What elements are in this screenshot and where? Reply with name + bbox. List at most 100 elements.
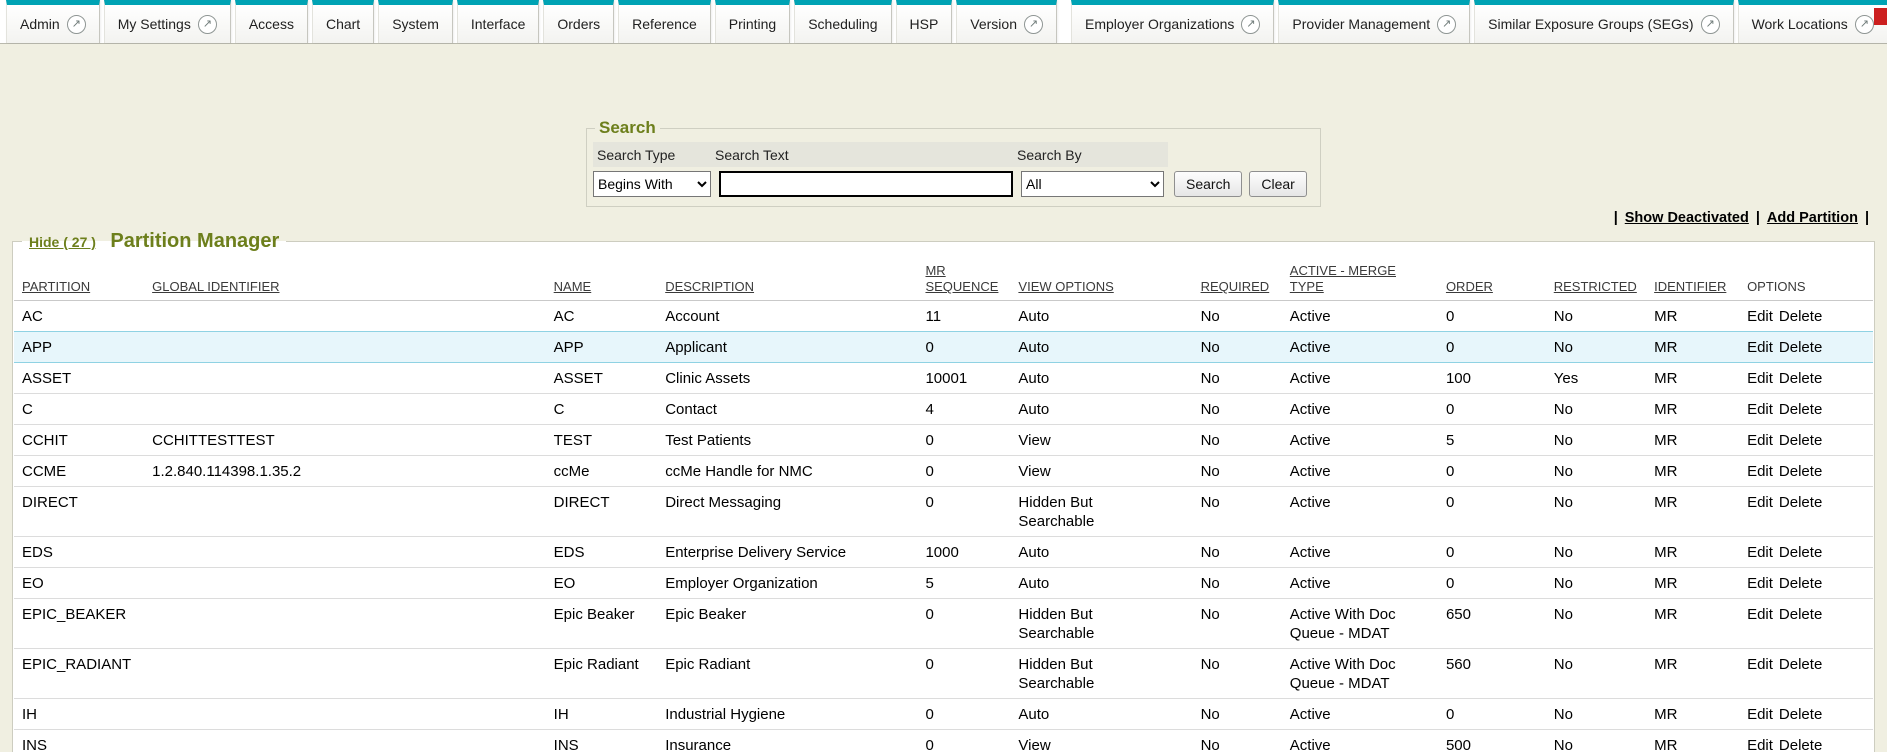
search-panel: Search Search Type Search Text Search By… [586, 118, 1321, 207]
hide-link[interactable]: Hide ( 27 ) [29, 234, 96, 250]
delete-link[interactable]: Delete [1779, 544, 1822, 561]
col-header-name[interactable]: NAME [546, 255, 658, 301]
cell-restricted: No [1546, 487, 1646, 537]
tab-access[interactable]: Access [235, 0, 308, 43]
search-type-select[interactable]: Begins With [593, 171, 711, 197]
delete-link[interactable]: Delete [1779, 494, 1822, 511]
tab-work-locations[interactable]: Work Locations↗ [1738, 0, 1887, 43]
delete-link[interactable]: Delete [1779, 575, 1822, 592]
table-row-ih[interactable]: IHIHIndustrial Hygiene0AutoNoActive0NoMR… [14, 699, 1873, 730]
edit-link[interactable]: Edit [1747, 706, 1773, 723]
tab-scheduling[interactable]: Scheduling [794, 0, 891, 43]
delete-link[interactable]: Delete [1779, 463, 1822, 480]
cell-options: Edit Delete [1739, 649, 1873, 699]
table-row-epic-radiant[interactable]: EPIC_RADIANTEpic RadiantEpic Radiant0Hid… [14, 649, 1873, 699]
tab-version[interactable]: Version↗ [956, 0, 1057, 43]
delete-link[interactable]: Delete [1779, 737, 1822, 752]
popout-icon[interactable]: ↗ [1855, 15, 1874, 34]
edit-link[interactable]: Edit [1747, 339, 1773, 356]
cell-order: 5 [1438, 425, 1546, 456]
tab-system[interactable]: System [378, 0, 453, 43]
delete-link[interactable]: Delete [1779, 308, 1822, 325]
tab-provider-management[interactable]: Provider Management↗ [1278, 0, 1470, 43]
delete-link[interactable]: Delete [1779, 656, 1822, 673]
col-header-partition[interactable]: PARTITION [14, 255, 144, 301]
cell-text: Auto [1018, 543, 1049, 562]
cell-identifier: MR [1646, 301, 1739, 332]
search-by-select[interactable]: All [1021, 171, 1164, 197]
search-button[interactable]: Search [1174, 171, 1242, 197]
cell-required: No [1193, 599, 1282, 649]
delete-link[interactable]: Delete [1779, 706, 1822, 723]
tab-orders[interactable]: Orders [543, 0, 614, 43]
table-row-epic-beaker[interactable]: EPIC_BEAKEREpic BeakerEpic Beaker0Hidden… [14, 599, 1873, 649]
cell-required: No [1193, 487, 1282, 537]
tab-interface[interactable]: Interface [457, 0, 539, 43]
table-row-c[interactable]: CCContact4AutoNoActive0NoMREditDelete [14, 394, 1873, 425]
col-header-order[interactable]: ORDER [1438, 255, 1546, 301]
col-header-restricted[interactable]: RESTRICTED [1546, 255, 1646, 301]
tab-admin[interactable]: Admin↗ [6, 0, 100, 43]
edit-link[interactable]: Edit [1747, 494, 1773, 511]
table-row-ins[interactable]: INSINSInsurance0ViewNoActive500NoMREditD… [14, 730, 1873, 752]
edit-link[interactable]: Edit [1747, 737, 1773, 752]
delete-link[interactable]: Delete [1779, 432, 1822, 449]
popout-icon[interactable]: ↗ [67, 15, 86, 34]
tab-my-settings[interactable]: My Settings↗ [104, 0, 231, 43]
cell-options: Edit Delete [1739, 301, 1873, 332]
add-partition-link[interactable]: Add Partition [1767, 210, 1858, 226]
delete-link[interactable]: Delete [1779, 370, 1822, 387]
tab-printing[interactable]: Printing [715, 0, 790, 43]
edit-link[interactable]: Edit [1747, 308, 1773, 325]
table-row-direct[interactable]: DIRECTDIRECTDirect Messaging0Hidden But … [14, 487, 1873, 537]
popout-icon[interactable]: ↗ [1241, 15, 1260, 34]
col-header-identifier[interactable]: IDENTIFIER [1646, 255, 1739, 301]
delete-link[interactable]: Delete [1779, 606, 1822, 623]
edit-link[interactable]: Edit [1747, 370, 1773, 387]
tab-hsp[interactable]: HSP [896, 0, 953, 43]
table-row-asset[interactable]: ASSETASSETClinic Assets10001AutoNoActive… [14, 363, 1873, 394]
cell-options: Edit Delete [1739, 332, 1873, 363]
popout-icon[interactable]: ↗ [198, 15, 217, 34]
search-text-input[interactable] [719, 171, 1013, 197]
cell-view_options: Hidden But Searchable [1010, 649, 1192, 699]
tab-chart[interactable]: Chart [312, 0, 374, 43]
edit-link[interactable]: Edit [1747, 432, 1773, 449]
col-header-required[interactable]: REQUIRED [1193, 255, 1282, 301]
cell-text: Active [1290, 736, 1331, 752]
edit-link[interactable]: Edit [1747, 575, 1773, 592]
cell-name: APP [546, 332, 658, 363]
tab-similar-exposure-groups-segs[interactable]: Similar Exposure Groups (SEGs)↗ [1474, 0, 1733, 43]
col-header-description[interactable]: DESCRIPTION [657, 255, 917, 301]
table-row-eds[interactable]: EDSEDSEnterprise Delivery Service1000Aut… [14, 537, 1873, 568]
cell-name: EO [546, 568, 658, 599]
col-header-mr-sequence[interactable]: MR SEQUENCE [917, 255, 1010, 301]
table-row-eo[interactable]: EOEOEmployer Organization5AutoNoActive0N… [14, 568, 1873, 599]
popout-icon[interactable]: ↗ [1701, 15, 1720, 34]
show-deactivated-link[interactable]: Show Deactivated [1625, 210, 1749, 226]
delete-link[interactable]: Delete [1779, 401, 1822, 418]
table-row-ccme[interactable]: CCME1.2.840.114398.1.35.2ccMeccMe Handle… [14, 456, 1873, 487]
tab-employer-organizations[interactable]: Employer Organizations↗ [1071, 0, 1274, 43]
edit-link[interactable]: Edit [1747, 401, 1773, 418]
popout-icon[interactable]: ↗ [1024, 15, 1043, 34]
edit-link[interactable]: Edit [1747, 656, 1773, 673]
tab-reference[interactable]: Reference [618, 0, 711, 43]
table-row-cchit[interactable]: CCHITCCHITTESTTESTTESTTest Patients0View… [14, 425, 1873, 456]
cell-restricted: No [1546, 394, 1646, 425]
col-header-global-identifier[interactable]: GLOBAL IDENTIFIER [144, 255, 546, 301]
search-label-bar: Search Type Search Text Search By [593, 142, 1168, 167]
clear-button[interactable]: Clear [1249, 171, 1306, 197]
edit-link[interactable]: Edit [1747, 463, 1773, 480]
cell-view_options: Auto [1010, 699, 1192, 730]
popout-icon[interactable]: ↗ [1437, 15, 1456, 34]
cell-text: Auto [1018, 400, 1049, 419]
table-row-app[interactable]: APPAPPApplicant0AutoNoActive0NoMREditDel… [14, 332, 1873, 363]
col-header-view-options[interactable]: VIEW OPTIONS [1010, 255, 1192, 301]
page: Admin↗My Settings↗AccessChartSystemInter… [0, 0, 1887, 752]
col-header-active-merge-type[interactable]: ACTIVE - MERGE TYPE [1282, 255, 1438, 301]
edit-link[interactable]: Edit [1747, 606, 1773, 623]
edit-link[interactable]: Edit [1747, 544, 1773, 561]
table-row-ac[interactable]: ACACAccount11AutoNoActive0NoMREditDelete [14, 301, 1873, 332]
delete-link[interactable]: Delete [1779, 339, 1822, 356]
